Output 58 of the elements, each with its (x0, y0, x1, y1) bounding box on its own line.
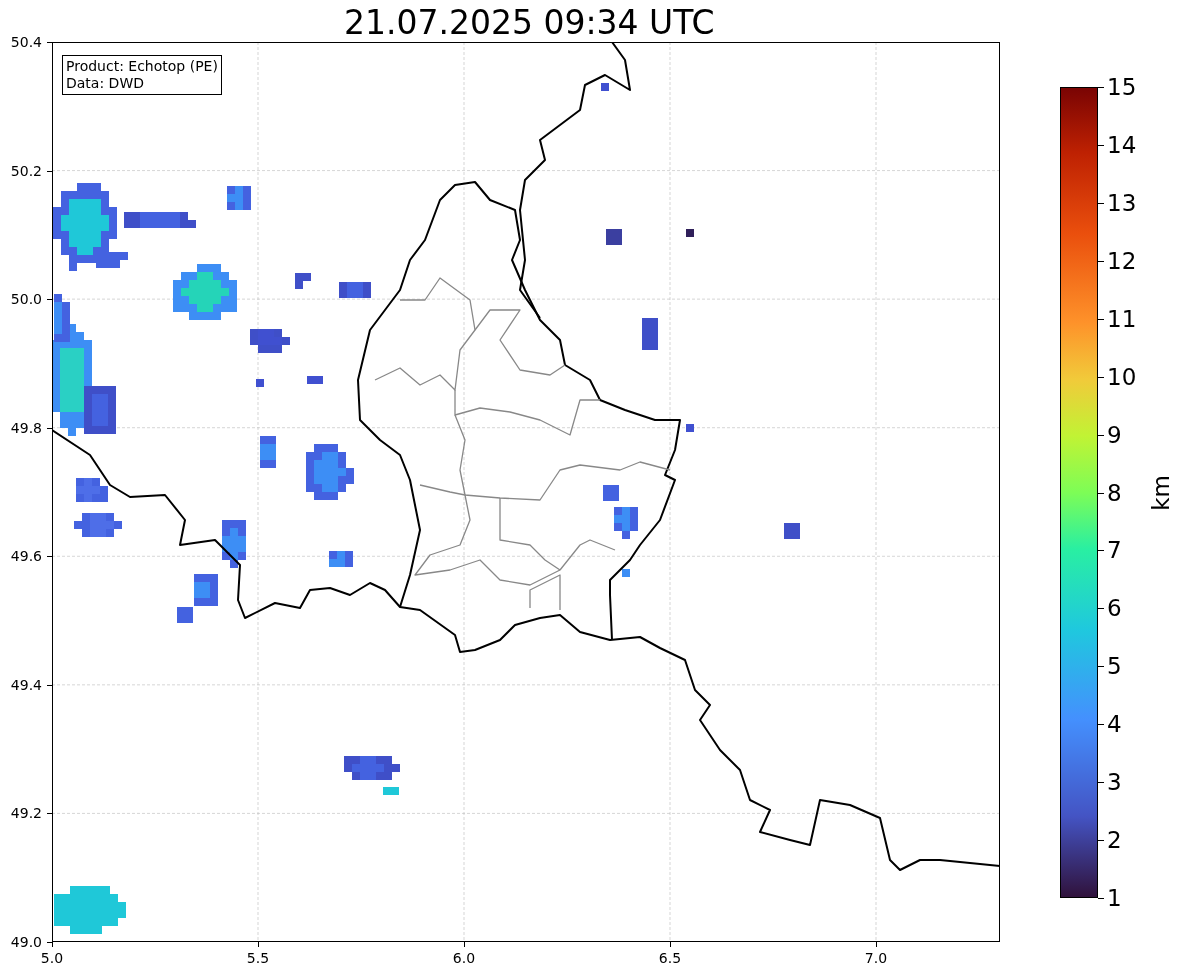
tick-mark (1098, 492, 1104, 494)
y-tick-label: 49.2 (9, 805, 42, 822)
tick-mark (1098, 898, 1104, 899)
tick-mark (1098, 434, 1104, 436)
y-tick-label: 49.8 (9, 419, 42, 436)
y-tick-label: 50.2 (9, 162, 42, 179)
tick-mark (1098, 202, 1104, 204)
colorbar-tick-label: 6 (1107, 595, 1122, 622)
colorbar-tick-label: 12 (1107, 247, 1137, 274)
tick-mark (47, 427, 52, 429)
y-tick-label: 49.6 (9, 548, 42, 565)
y-tick-label: 49.4 (9, 676, 42, 693)
tick-mark (47, 42, 52, 43)
tick-mark (258, 942, 259, 947)
tick-mark (1098, 318, 1104, 320)
tick-mark (1098, 608, 1104, 610)
tick-mark (47, 684, 52, 686)
colorbar-tick-label: 14 (1107, 131, 1137, 158)
tick-mark (1098, 144, 1104, 146)
x-tick-label: 6.5 (657, 950, 683, 966)
x-tick-label: 7.0 (863, 950, 889, 966)
tick-mark (1098, 666, 1104, 668)
chart-title: 21.07.2025 09:34 UTC (344, 3, 715, 43)
tick-mark (47, 299, 52, 301)
colorbar-tick-label: 13 (1107, 189, 1137, 216)
colorbar-tick-label: 11 (1107, 305, 1137, 332)
colorbar-tick-label: 3 (1107, 769, 1122, 796)
tick-mark (1098, 260, 1104, 262)
colorbar-tick-label: 2 (1107, 827, 1122, 854)
tick-mark (47, 170, 52, 172)
x-tick-label: 5.0 (39, 950, 65, 966)
colorbar-tick-label: 4 (1107, 711, 1122, 738)
tick-mark (876, 942, 877, 947)
tick-mark (47, 556, 52, 558)
tick-mark (1098, 376, 1104, 378)
y-tick-label: 50.0 (9, 291, 42, 308)
colorbar-tick-label: 8 (1107, 479, 1122, 506)
colorbar-tick-label: 7 (1107, 537, 1122, 564)
y-tick-label: 49.0 (9, 934, 42, 950)
y-tick-label: 50.4 (9, 34, 42, 50)
tick-mark (1098, 87, 1104, 88)
colorbar-tick-label: 9 (1107, 421, 1122, 448)
legend-text: Data: DWD (66, 75, 145, 92)
x-tick-label: 6.0 (451, 950, 477, 966)
colorbar-label: km (1147, 475, 1174, 511)
tick-mark (1098, 782, 1104, 784)
colorbar-tick-label: 15 (1107, 74, 1137, 100)
tick-mark (1098, 550, 1104, 552)
x-tick-label: 5.5 (245, 950, 271, 966)
tick-mark (47, 813, 52, 815)
tick-mark (1098, 840, 1104, 842)
colorbar-tick-label: 5 (1107, 653, 1122, 680)
tick-mark (670, 942, 671, 947)
tick-mark (464, 942, 465, 947)
legend-text: Product: Echotop (PE) (66, 58, 218, 75)
colorbar-tick-label: 10 (1107, 363, 1137, 390)
tick-mark (1098, 724, 1104, 726)
colorbar-tick-label: 1 (1107, 885, 1122, 911)
